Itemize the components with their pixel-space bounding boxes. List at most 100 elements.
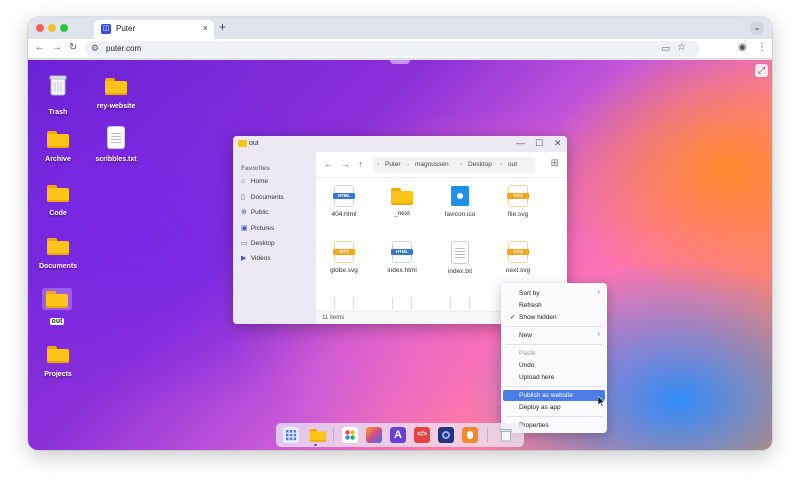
code-editor-icon[interactable]: </> — [414, 427, 430, 443]
bookmark-star-icon[interactable]: ☆ — [677, 42, 686, 53]
close-window-button[interactable] — [36, 24, 44, 32]
toolbar-handle[interactable] — [390, 60, 410, 64]
chevron-right-icon: › — [407, 161, 410, 168]
file-item[interactable]: SVG globe.svg — [316, 242, 372, 274]
recorder-app-icon[interactable] — [462, 427, 478, 443]
menu-divider — [506, 386, 602, 387]
breadcrumb-item[interactable]: Desktop — [468, 161, 492, 168]
forward-arrow-icon[interactable]: → — [52, 42, 62, 53]
file-item[interactable]: _next — [374, 186, 430, 217]
breadcrumb-item[interactable]: magnussen — [415, 161, 449, 168]
menu-item-refresh[interactable]: Refresh — [503, 300, 605, 311]
svg-file-icon: SVG — [507, 242, 529, 262]
desktop-icon-rey-website[interactable]: rey-website — [86, 78, 146, 113]
up-arrow-icon[interactable]: ↑ — [358, 159, 363, 169]
html-file-icon: HTML — [333, 186, 355, 206]
menu-item-label: Deploy as app — [519, 404, 561, 411]
sidebar-item-home[interactable]: ⌂ Home — [241, 178, 268, 185]
desktop-icon-documents[interactable]: Documents — [28, 238, 88, 273]
desktop-icon-scribbles[interactable]: scribbles.txt — [86, 127, 146, 166]
window-titlebar[interactable]: out — ☐ ✕ — [233, 136, 567, 152]
maximize-icon[interactable]: ☐ — [535, 138, 543, 149]
folder-icon — [391, 188, 413, 205]
explorer-app-icon[interactable] — [307, 427, 327, 443]
menu-item-new[interactable]: New › — [503, 330, 605, 341]
fullscreen-icon[interactable]: ⤢ — [755, 64, 768, 77]
breadcrumb-item[interactable]: out — [508, 161, 517, 168]
file-item[interactable] — [316, 297, 372, 310]
menu-item-paste: Paste — [503, 348, 605, 359]
tab-search-button[interactable]: ⌄ — [750, 21, 764, 35]
puter-desktop[interactable]: ⤢ Trash rey-website Archive scribbles.tx… — [28, 60, 772, 450]
menu-item-upload-here[interactable]: Upload here — [503, 372, 605, 383]
back-arrow-icon[interactable]: ← — [324, 159, 333, 169]
sidebar-item-desktop[interactable]: ▭ Desktop — [241, 239, 275, 247]
folder-icon — [46, 291, 68, 308]
sidebar-item-label: Desktop — [250, 240, 275, 247]
sidebar-item-pictures[interactable]: ▣ Pictures — [241, 224, 274, 232]
address-bar[interactable]: ⚙ puter.com ▭ ☆ — [84, 41, 700, 57]
folder-icon — [47, 238, 69, 255]
desktop-icon-code[interactable]: Code — [28, 185, 88, 220]
app-launcher-icon[interactable] — [283, 427, 299, 443]
breadcrumb: › Puter › magnussen › Desktop › out — [373, 157, 535, 173]
taskbar-trash-icon[interactable] — [498, 427, 514, 443]
desktop-icon-out[interactable]: out — [42, 288, 72, 328]
grid-view-icon[interactable]: ⊞ — [551, 158, 559, 169]
file-item[interactable]: SVG file.svg — [490, 186, 546, 218]
file-item[interactable]: favicon.ico — [432, 186, 488, 218]
minimize-icon[interactable]: — — [516, 138, 525, 148]
grid-icon — [286, 430, 297, 441]
browser-toolbar: ← → ↻ ⚙ puter.com ▭ ☆ ◉ ⋮ — [28, 39, 772, 59]
cast-icon[interactable]: ▭ — [661, 43, 670, 54]
file-item[interactable]: SVG next.svg — [490, 242, 546, 274]
menu-item-label: New — [519, 332, 533, 339]
file-item[interactable] — [432, 297, 488, 310]
file-icon — [451, 297, 469, 310]
file-item[interactable]: index.txt — [432, 242, 488, 275]
menu-item-show-hidden[interactable]: ✓ Show hidden — [503, 312, 605, 323]
camera-app-icon[interactable] — [438, 427, 454, 443]
file-icon — [393, 297, 411, 310]
paint-app-icon[interactable] — [366, 427, 382, 443]
site-settings-icon[interactable]: ⚙ — [91, 43, 99, 54]
file-item[interactable]: HTML index.html — [374, 242, 430, 274]
tab-close-icon[interactable]: × — [203, 23, 208, 33]
sidebar-item-documents[interactable]: ▯ Documents — [241, 193, 284, 201]
file-name: next.svg — [505, 267, 531, 274]
menu-item-undo[interactable]: Undo — [503, 360, 605, 371]
desktop-icon-label: Code — [49, 210, 67, 217]
menu-item-deploy-as-app[interactable]: Deploy as app — [503, 402, 605, 413]
menu-item-publish-as-website[interactable]: Publish as website — [503, 390, 605, 401]
file-name: index.txt — [447, 268, 473, 275]
minimize-window-button[interactable] — [48, 24, 56, 32]
file-item[interactable]: HTML 404.html — [316, 186, 372, 218]
app-center-icon[interactable] — [342, 427, 358, 443]
browser-tab[interactable]: ◫ Puter × — [94, 20, 214, 39]
taskbar-divider — [487, 428, 488, 442]
close-icon[interactable]: ✕ — [554, 138, 562, 149]
desktop-icon-projects[interactable]: Projects — [28, 346, 88, 381]
selection-highlight — [42, 288, 72, 310]
reload-icon[interactable]: ↻ — [69, 42, 77, 53]
desktop-icon-archive[interactable]: Archive — [28, 131, 88, 166]
svg-file-icon: SVG — [333, 242, 355, 262]
new-tab-button[interactable]: + — [219, 20, 226, 34]
file-item[interactable] — [374, 297, 430, 310]
menu-item-label: Undo — [519, 362, 535, 369]
menu-item-sort-by[interactable]: Sort by › — [503, 288, 605, 299]
profile-icon[interactable]: ◉ — [738, 42, 747, 53]
back-arrow-icon[interactable]: ← — [35, 42, 45, 53]
folder-icon — [309, 429, 327, 442]
desktop-icon-trash[interactable]: Trash — [28, 74, 88, 119]
more-vert-icon[interactable]: ⋮ — [757, 42, 767, 53]
url-text: puter.com — [106, 44, 142, 53]
sidebar-item-public[interactable]: ⊕ Public — [241, 208, 269, 216]
maximize-window-button[interactable] — [60, 24, 68, 32]
breadcrumb-item[interactable]: Puter — [385, 161, 401, 168]
menu-divider — [506, 416, 602, 417]
sidebar-item-videos[interactable]: ▶ Videos — [241, 254, 271, 262]
menu-item-label: Upload here — [519, 374, 555, 381]
forward-arrow-icon[interactable]: → — [341, 159, 350, 169]
font-app-icon[interactable]: A — [390, 427, 406, 443]
